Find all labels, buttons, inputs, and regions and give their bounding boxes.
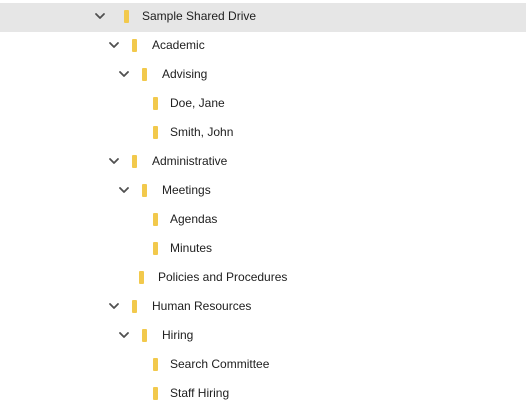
- tree-item-label: Smith, John: [170, 125, 234, 139]
- tree-item-label: Search Committee: [170, 357, 270, 371]
- folder-icon: [153, 97, 158, 110]
- chevron-down-icon[interactable]: [108, 155, 120, 167]
- tree-item-label: Academic: [152, 38, 205, 52]
- chevron-down-icon[interactable]: [94, 10, 106, 22]
- chevron-down-icon[interactable]: [118, 329, 130, 341]
- folder-icon: [153, 358, 158, 371]
- tree-item[interactable]: Smith, John: [0, 119, 526, 148]
- chevron-down-icon[interactable]: [118, 68, 130, 80]
- tree-item[interactable]: Policies and Procedures: [0, 264, 526, 293]
- folder-tree: Sample Shared Drive Academic Advising Doe, …: [0, 0, 526, 417]
- folder-icon: [124, 10, 129, 23]
- tree-item[interactable]: Meetings: [0, 177, 526, 206]
- folder-icon: [132, 300, 137, 313]
- tree-item[interactable]: Human Resources: [0, 293, 526, 322]
- folder-icon: [132, 155, 137, 168]
- tree-item[interactable]: Staff Hiring: [0, 380, 526, 409]
- tree-item-label: Human Resources: [152, 299, 252, 313]
- tree-item-label: Sample Shared Drive: [142, 9, 257, 23]
- folder-icon: [142, 184, 147, 197]
- folder-icon: [153, 242, 158, 255]
- tree-item-label: Meetings: [162, 183, 211, 197]
- tree-item[interactable]: Sample Shared Drive: [0, 3, 526, 32]
- folder-icon: [153, 387, 158, 400]
- tree-item-label: Hiring: [162, 328, 194, 342]
- folder-icon: [132, 39, 137, 52]
- tree-item[interactable]: Administrative: [0, 148, 526, 177]
- tree-item-label: Policies and Procedures: [158, 270, 288, 284]
- tree-item[interactable]: Minutes: [0, 235, 526, 264]
- folder-icon: [153, 126, 158, 139]
- chevron-down-icon[interactable]: [108, 300, 120, 312]
- chevron-down-icon[interactable]: [118, 184, 130, 196]
- tree-item-label: Advising: [162, 67, 208, 81]
- tree-item-label: Doe, Jane: [170, 96, 225, 110]
- folder-icon: [142, 68, 147, 81]
- tree-item-label: Staff Hiring: [170, 386, 230, 400]
- folder-icon: [153, 213, 158, 226]
- tree-item-label: Minutes: [170, 241, 213, 255]
- chevron-down-icon[interactable]: [108, 39, 120, 51]
- folder-icon: [142, 329, 147, 342]
- tree-item[interactable]: Academic: [0, 32, 526, 61]
- tree-item[interactable]: Search Committee: [0, 351, 526, 380]
- tree-item[interactable]: Hiring: [0, 322, 526, 351]
- tree-item[interactable]: Agendas: [0, 206, 526, 235]
- tree-item-label: Agendas: [170, 212, 218, 226]
- tree-item[interactable]: Doe, Jane: [0, 90, 526, 119]
- tree-item-label: Administrative: [152, 154, 228, 168]
- folder-icon: [139, 271, 144, 284]
- tree-item[interactable]: Advising: [0, 61, 526, 90]
